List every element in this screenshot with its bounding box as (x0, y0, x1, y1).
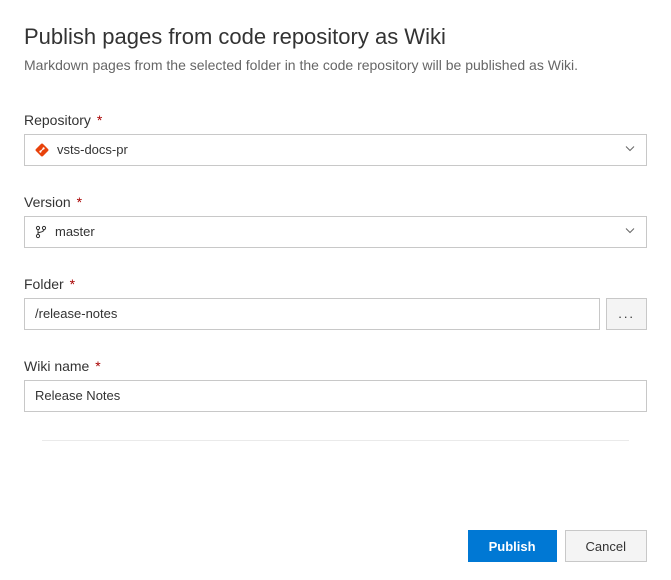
wiki-name-label-text: Wiki name (24, 358, 89, 374)
version-value: master (55, 224, 616, 239)
wiki-name-input[interactable] (35, 381, 636, 411)
folder-field-group: Folder * ... (24, 276, 647, 330)
version-required-indicator: * (77, 194, 82, 210)
folder-browse-button[interactable]: ... (606, 298, 647, 330)
repository-label: Repository * (24, 112, 647, 128)
page-title: Publish pages from code repository as Wi… (24, 24, 647, 50)
wiki-name-required-indicator: * (95, 358, 100, 374)
publish-button[interactable]: Publish (468, 530, 557, 562)
wiki-name-field-group: Wiki name * (24, 358, 647, 412)
chevron-down-icon (624, 224, 636, 239)
repository-dropdown[interactable]: vsts-docs-pr (24, 134, 647, 166)
repository-value: vsts-docs-pr (57, 142, 616, 157)
repository-label-text: Repository (24, 112, 91, 128)
version-label: Version * (24, 194, 647, 210)
folder-label: Folder * (24, 276, 647, 292)
branch-icon (35, 225, 47, 239)
wiki-name-input-wrapper (24, 380, 647, 412)
repository-field-group: Repository * vsts-docs-pr (24, 112, 647, 166)
folder-input-wrapper (24, 298, 600, 330)
folder-label-text: Folder (24, 276, 64, 292)
folder-input[interactable] (35, 299, 589, 329)
folder-required-indicator: * (70, 276, 75, 292)
page-description: Markdown pages from the selected folder … (24, 56, 647, 76)
chevron-down-icon (624, 142, 636, 157)
version-field-group: Version * master (24, 194, 647, 248)
cancel-button[interactable]: Cancel (565, 530, 647, 562)
footer-divider (42, 440, 629, 441)
repository-required-indicator: * (97, 112, 102, 128)
wiki-name-label: Wiki name * (24, 358, 647, 374)
git-repo-icon (35, 143, 49, 157)
version-label-text: Version (24, 194, 71, 210)
button-row: Publish Cancel (0, 506, 671, 580)
version-dropdown[interactable]: master (24, 216, 647, 248)
